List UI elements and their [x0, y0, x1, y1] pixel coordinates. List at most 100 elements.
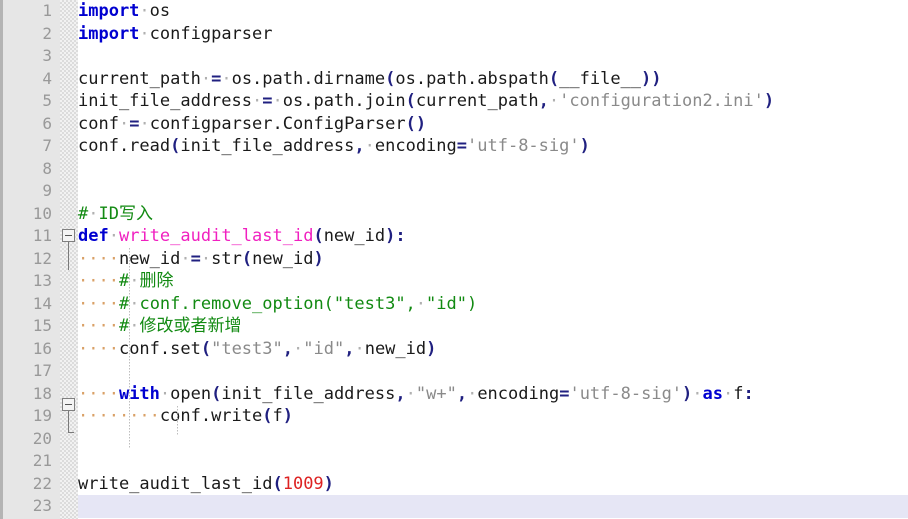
token-punc: ( — [170, 136, 181, 156]
line-number: 2 — [42, 23, 52, 43]
line-number: 11 — [32, 226, 52, 245]
token-punc: ) — [579, 136, 590, 156]
token-ws: · — [548, 91, 560, 111]
token-punc: , — [354, 136, 365, 156]
fold-marker-line-18[interactable] — [62, 398, 75, 411]
token-lead: ···· — [78, 293, 119, 314]
token-ws: · — [118, 113, 130, 134]
token-plain: conf — [78, 113, 119, 134]
token-punc: ( — [241, 248, 253, 269]
token-plain: os — [149, 1, 171, 21]
token-plain: os.path.dirname — [231, 68, 386, 89]
line-number: 16 — [32, 338, 52, 358]
token-cmt: "id") — [426, 293, 478, 314]
line-number: 4 — [42, 68, 52, 88]
code-line[interactable]: #·ID写入 — [78, 203, 908, 226]
code-line[interactable]: conf·=·configparser.ConfigParser() — [78, 113, 908, 136]
token-op: = — [211, 68, 222, 89]
token-ws: · — [200, 68, 212, 89]
line-number: 8 — [42, 158, 52, 178]
code-line[interactable] — [78, 428, 908, 451]
token-plain: conf.read — [78, 136, 171, 156]
code-line[interactable]: conf.read(init_file_address,·encoding='u… — [78, 135, 908, 158]
token-punc: ( — [272, 473, 283, 494]
token-plain: os.path.join — [282, 91, 406, 111]
token-kw: as — [702, 383, 724, 404]
token-punc: ) — [282, 406, 293, 426]
code-line[interactable]: ····#·修改或者新增 — [78, 315, 908, 338]
token-punc: () — [405, 113, 427, 134]
fold-region-line-11 — [68, 242, 69, 270]
token-punc: ) — [682, 383, 693, 404]
token-op: = — [129, 113, 140, 134]
token-punc: , — [395, 383, 406, 404]
code-line[interactable] — [78, 158, 908, 181]
token-lead: ···· — [78, 248, 119, 269]
token-cmt: # — [118, 271, 130, 291]
code-line[interactable] — [78, 180, 908, 203]
token-ws: · — [364, 136, 375, 156]
token-cmt: 修改或者新增 — [139, 316, 242, 336]
code-line[interactable]: ····#·conf.remove_option("test3",·"id") — [78, 293, 908, 316]
token-ws: · — [108, 226, 119, 246]
token-plain: conf.write — [159, 406, 263, 426]
token-kw: import — [78, 23, 140, 44]
token-op: = — [262, 91, 273, 111]
code-content[interactable]: import·os import·configparser current_pat… — [78, 0, 908, 519]
token-punc: ( — [262, 406, 273, 426]
line-number: 23 — [32, 496, 52, 515]
line-number: 7 — [42, 136, 52, 155]
token-str: 'utf-8-sig' — [569, 383, 683, 404]
code-line[interactable]: ····new_id·=·str(new_id) — [78, 248, 908, 271]
code-line[interactable] — [78, 45, 908, 68]
token-lead: ········ — [78, 406, 160, 426]
indent-guide-level-1 — [129, 248, 130, 448]
code-line[interactable]: ····#·删除 — [78, 270, 908, 293]
token-plain: current_path — [415, 91, 539, 111]
token-punc: )) — [641, 68, 662, 89]
token-ws: · — [159, 383, 171, 404]
token-punc: ( — [405, 91, 416, 111]
line-number: 20 — [32, 428, 52, 448]
code-line[interactable]: ········conf.write(f) — [78, 405, 908, 428]
token-punc: , — [344, 338, 355, 359]
code-editor[interactable]: 1 2 3 4 5 6 7 8 9 10 11 12 13 14 15 16 17 18 19 20 21 22 23 im… — [0, 0, 908, 519]
token-plain: encoding — [374, 136, 457, 156]
token-punc: ) — [323, 473, 334, 494]
line-number-column: 1 2 3 4 5 6 7 8 9 10 11 12 13 14 15 16 17 18 19 20 21 22 23 — [0, 0, 56, 518]
token-punc: , — [282, 338, 293, 359]
code-line[interactable]: ····with·open(init_file_address,·"w+",·e… — [78, 383, 908, 406]
line-number: 13 — [32, 271, 52, 290]
code-line[interactable]: write_audit_last_id(1009) — [78, 473, 908, 496]
fold-marker-line-11[interactable] — [62, 229, 75, 242]
line-number: 17 — [32, 361, 52, 380]
line-number: 3 — [42, 46, 52, 65]
token-num: 1009 — [282, 473, 324, 494]
token-cmt: 删除 — [139, 271, 174, 291]
code-line[interactable]: current_path·=·os.path.dirname(os.path.a… — [78, 68, 908, 91]
token-cmt: conf.remove_option("test3", — [139, 293, 416, 314]
code-line[interactable] — [78, 360, 908, 383]
code-line[interactable]: init_file_address·=·os.path.join(current… — [78, 90, 908, 113]
token-ws: · — [293, 338, 304, 359]
code-line[interactable]: import·configparser — [78, 23, 908, 46]
code-line[interactable] — [78, 450, 908, 473]
token-lead: ···· — [78, 316, 119, 336]
code-line[interactable]: import·os — [78, 0, 908, 23]
token-ws: · — [129, 293, 140, 314]
code-line[interactable]: ····conf.set("test3",·"id",·new_id) — [78, 338, 908, 361]
token-plain: __file__ — [559, 68, 642, 89]
token-op: = — [456, 136, 468, 156]
line-number: 6 — [42, 113, 52, 133]
token-kw: with — [118, 383, 160, 404]
token-plain: new_id — [323, 226, 386, 246]
token-plain: str — [211, 248, 242, 269]
line-number: 10 — [32, 203, 52, 223]
token-plain: encoding — [477, 383, 560, 404]
token-str: "id" — [303, 338, 345, 359]
token-punc: , — [456, 383, 468, 404]
code-line[interactable] — [78, 495, 908, 518]
line-number: 1 — [42, 1, 52, 20]
token-punc: ) — [385, 226, 396, 246]
code-line[interactable]: def·write_audit_last_id(new_id): — [78, 225, 908, 248]
